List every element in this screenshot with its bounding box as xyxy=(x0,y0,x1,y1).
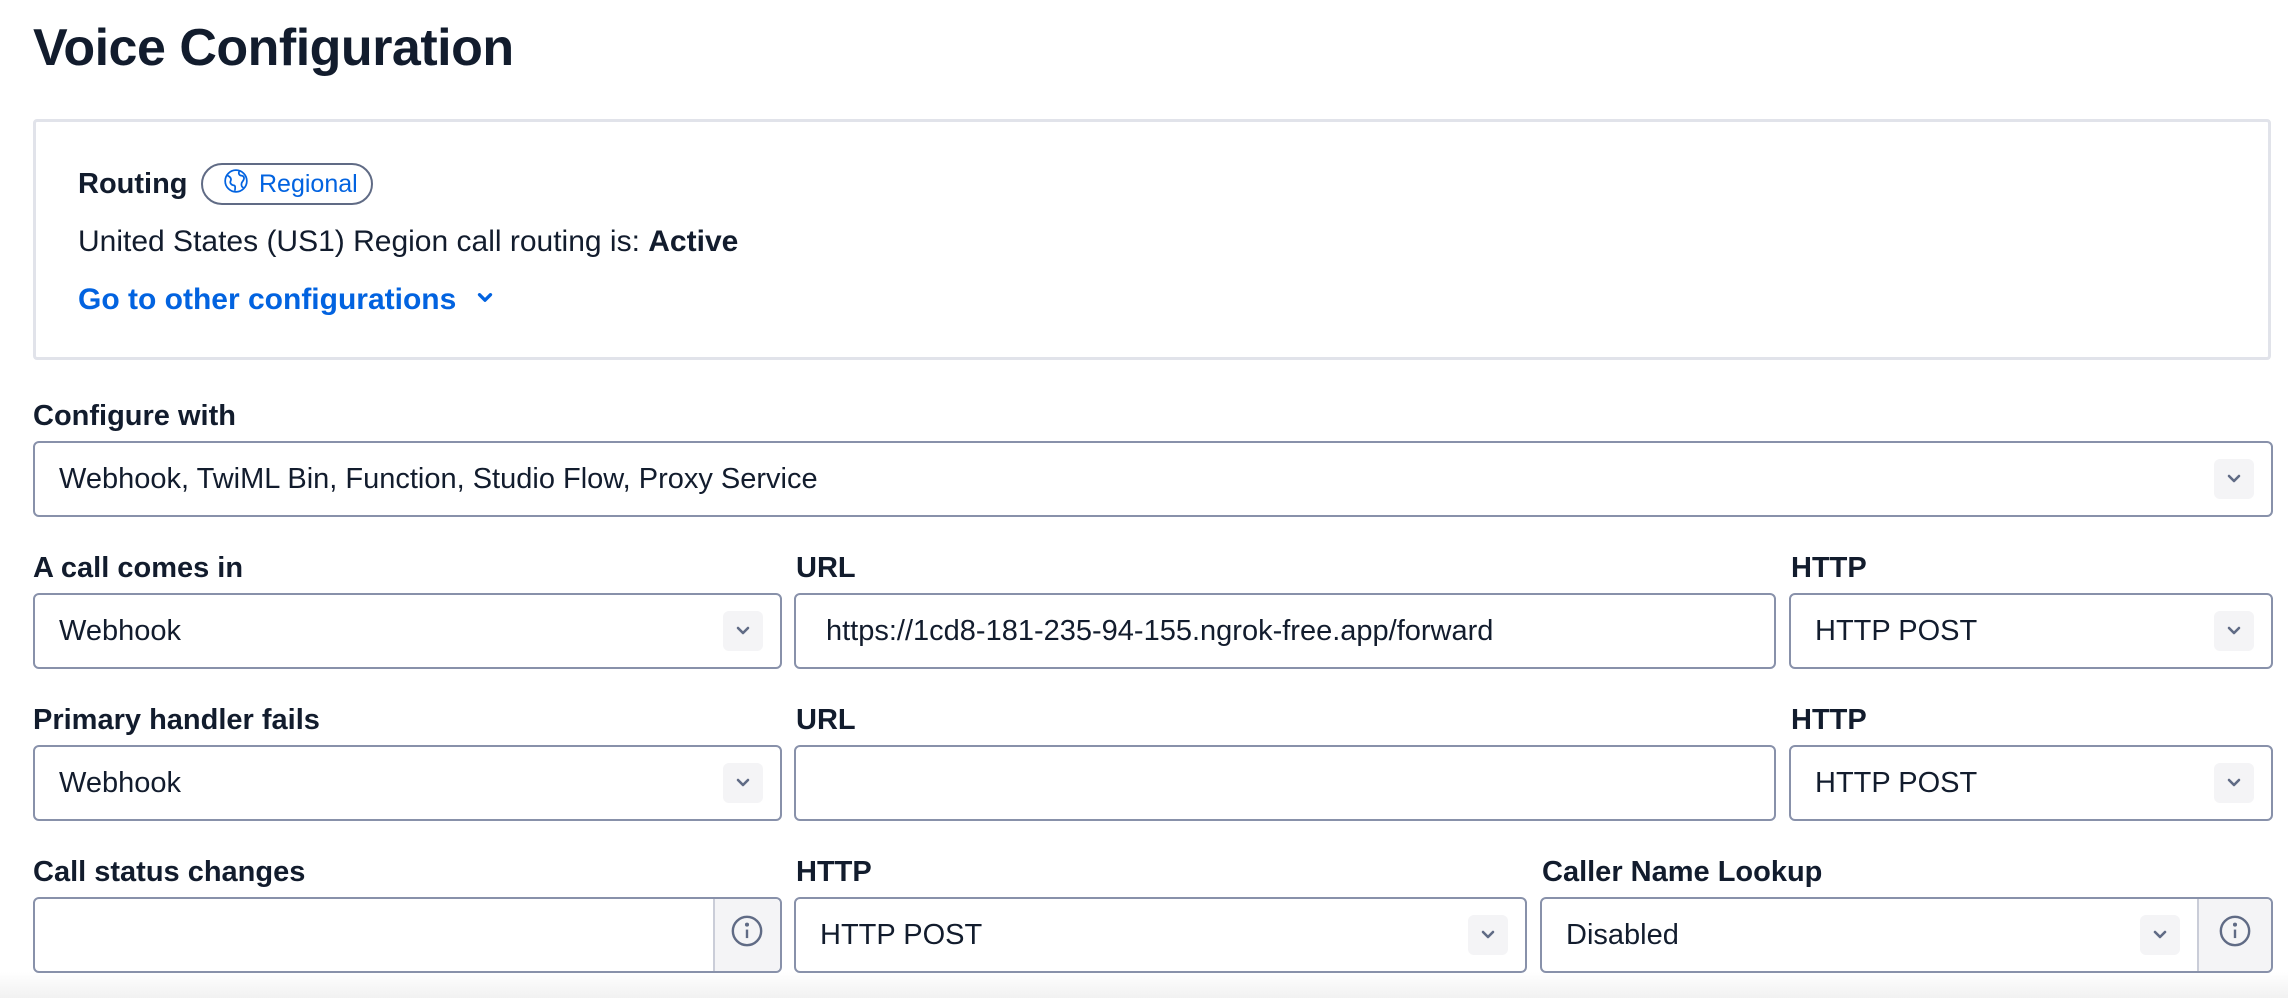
page-title: Voice Configuration xyxy=(33,19,514,77)
chevron-down-icon xyxy=(723,763,763,803)
caller-name-lookup-select[interactable]: Disabled xyxy=(1540,897,2273,973)
regional-badge: Regional xyxy=(201,163,373,205)
primary-handler-http-value: HTTP POST xyxy=(1815,766,1978,799)
caller-name-lookup-value: Disabled xyxy=(1566,918,1679,951)
primary-handler-type-value: Webhook xyxy=(59,766,181,799)
primary-handler-url-label: URL xyxy=(796,704,856,736)
configure-with-value: Webhook, TwiML Bin, Function, Studio Flo… xyxy=(59,462,818,495)
routing-status: United States (US1) Region call routing … xyxy=(78,222,738,262)
call-comes-in-label: A call comes in xyxy=(33,552,244,584)
chevron-down-icon xyxy=(1468,915,1508,955)
call-status-http-label: HTTP xyxy=(796,856,872,888)
call-status-http-value: HTTP POST xyxy=(820,918,983,951)
bottom-shadow xyxy=(0,972,2288,998)
primary-handler-fails-label: Primary handler fails xyxy=(33,704,320,736)
call-comes-in-http-select[interactable]: HTTP POST xyxy=(1789,593,2273,669)
call-status-changes-label: Call status changes xyxy=(33,856,306,888)
call-status-url-input[interactable] xyxy=(35,899,713,971)
chevron-down-icon xyxy=(2214,763,2254,803)
call-comes-in-url-input[interactable] xyxy=(796,595,1774,667)
call-comes-in-url-label: URL xyxy=(796,552,856,584)
configure-with-select[interactable]: Webhook, TwiML Bin, Function, Studio Flo… xyxy=(33,441,2273,517)
caller-name-lookup-label: Caller Name Lookup xyxy=(1542,856,1823,888)
call-status-url-field[interactable] xyxy=(33,897,782,973)
chevron-down-icon xyxy=(474,280,496,320)
caller-name-lookup-info-button[interactable] xyxy=(2197,899,2271,971)
info-icon xyxy=(730,914,764,956)
call-comes-in-http-label: HTTP xyxy=(1791,552,1867,584)
primary-handler-type-select[interactable]: Webhook xyxy=(33,745,782,821)
routing-status-text: United States (US1) Region call routing … xyxy=(78,225,649,258)
call-comes-in-type-value: Webhook xyxy=(59,614,181,647)
primary-handler-http-select[interactable]: HTTP POST xyxy=(1789,745,2273,821)
chevron-down-icon xyxy=(723,611,763,651)
primary-handler-url-field[interactable] xyxy=(794,745,1776,821)
primary-handler-http-label: HTTP xyxy=(1791,704,1867,736)
primary-handler-url-input[interactable] xyxy=(796,747,1774,819)
other-configurations-link[interactable]: Go to other configurations xyxy=(78,280,496,320)
chevron-down-icon xyxy=(2140,915,2180,955)
call-comes-in-http-value: HTTP POST xyxy=(1815,614,1978,647)
other-configurations-label: Go to other configurations xyxy=(78,283,457,316)
call-status-info-button[interactable] xyxy=(712,899,780,971)
chevron-down-icon xyxy=(2214,459,2254,499)
configure-with-label: Configure with xyxy=(33,400,236,432)
globe-icon xyxy=(223,168,249,201)
call-status-http-select[interactable]: HTTP POST xyxy=(794,897,1527,973)
routing-label: Routing xyxy=(78,168,188,200)
chevron-down-icon xyxy=(2214,611,2254,651)
badge-label: Regional xyxy=(259,169,358,198)
routing-status-value: Active xyxy=(648,225,739,258)
call-comes-in-url-field[interactable] xyxy=(794,593,1776,669)
info-icon xyxy=(2218,914,2252,956)
call-comes-in-type-select[interactable]: Webhook xyxy=(33,593,782,669)
